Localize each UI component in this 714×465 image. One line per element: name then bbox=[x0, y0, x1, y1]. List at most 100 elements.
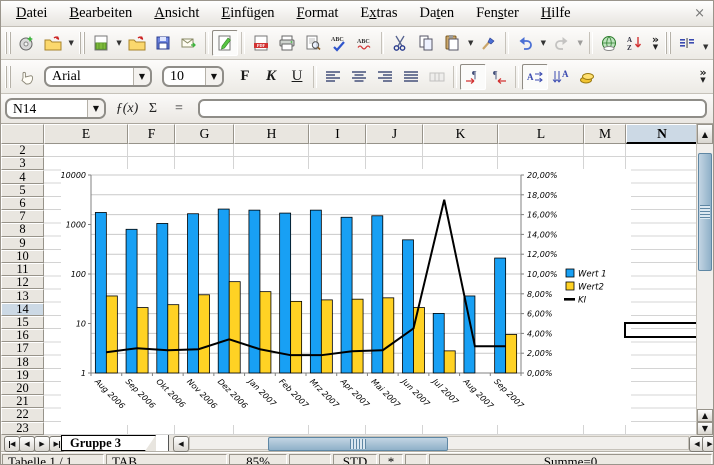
redo-icon[interactable] bbox=[549, 30, 575, 56]
currency-icon[interactable] bbox=[574, 64, 600, 90]
toolbar-grip[interactable] bbox=[5, 66, 12, 88]
paste-dropdown-icon[interactable]: ▼ bbox=[465, 31, 476, 55]
redo-dropdown-icon[interactable]: ▼ bbox=[575, 31, 586, 55]
previous-sheet-icon[interactable]: ◀ bbox=[19, 436, 35, 452]
bold-button[interactable]: F bbox=[232, 64, 258, 90]
hscroll-right-icon[interactable]: ▶ bbox=[702, 436, 714, 452]
font-name-combobox[interactable]: Arial ▼ bbox=[44, 66, 152, 87]
column-header-F[interactable]: F bbox=[128, 124, 175, 144]
row-header-17[interactable]: 17 bbox=[1, 342, 44, 355]
export-pdf-icon[interactable]: PDF bbox=[248, 30, 274, 56]
wizard-icon[interactable] bbox=[14, 30, 40, 56]
embedded-chart[interactable]: 0,00%2,00%4,00%6,00%8,00%10,00%12,00%14,… bbox=[61, 169, 631, 425]
spellcheck-icon[interactable]: ABC bbox=[326, 30, 352, 56]
next-sheet-icon[interactable]: ▶ bbox=[34, 436, 50, 452]
horizontal-scrollbar[interactable] bbox=[189, 436, 689, 450]
menu-einfügen[interactable]: Einfügen bbox=[210, 3, 285, 24]
name-box-dropdown-icon[interactable]: ▼ bbox=[87, 100, 104, 117]
hyperlink-globe-icon[interactable] bbox=[596, 30, 622, 56]
italic-button[interactable]: K bbox=[258, 64, 284, 90]
scroll-down-icon[interactable]: ▼ bbox=[697, 422, 713, 435]
column-header-I[interactable]: I bbox=[309, 124, 366, 144]
hand-pointer-icon[interactable] bbox=[14, 64, 40, 90]
cut-icon[interactable] bbox=[387, 30, 413, 56]
open-dropdown-icon[interactable]: ▼ bbox=[66, 31, 77, 55]
scroll-up2-icon[interactable]: ▲ bbox=[697, 409, 713, 422]
column-header-E[interactable]: E bbox=[44, 124, 128, 144]
vertical-scrollbar[interactable]: ▲ ▲ ▼ bbox=[696, 124, 713, 435]
column-header-N[interactable]: N bbox=[626, 124, 698, 144]
select-all-corner[interactable] bbox=[1, 124, 44, 144]
row-header-2[interactable]: 2 bbox=[1, 144, 44, 157]
status-zoom[interactable]: 85% bbox=[229, 454, 287, 465]
font-size-combobox[interactable]: 10 ▼ bbox=[162, 66, 224, 87]
function-wizard-icon[interactable]: ƒ(x) bbox=[114, 101, 140, 117]
column-header-H[interactable]: H bbox=[234, 124, 309, 144]
row-header-3[interactable]: 3 bbox=[1, 157, 44, 170]
menu-hilfe[interactable]: Hilfe bbox=[530, 3, 582, 24]
column-header-G[interactable]: G bbox=[175, 124, 234, 144]
row-header-14[interactable]: 14 bbox=[1, 303, 44, 316]
row-header-6[interactable]: 6 bbox=[1, 197, 44, 210]
menu-fenster[interactable]: Fenster bbox=[465, 3, 530, 24]
save-icon[interactable] bbox=[150, 30, 176, 56]
hscroll-left-icon[interactable]: ◀ bbox=[173, 436, 189, 452]
status-sum[interactable]: Summe=0 bbox=[429, 454, 712, 465]
status-insert-mode[interactable]: STD bbox=[333, 454, 377, 465]
row-header-18[interactable]: 18 bbox=[1, 356, 44, 369]
row-header-7[interactable]: 7 bbox=[1, 210, 44, 223]
justify-icon[interactable] bbox=[398, 64, 424, 90]
row-header-11[interactable]: 11 bbox=[1, 263, 44, 276]
open-file-icon[interactable] bbox=[125, 30, 151, 56]
menu-ansicht[interactable]: Ansicht bbox=[143, 3, 210, 24]
edit-mode-icon[interactable] bbox=[212, 30, 238, 56]
row-header-19[interactable]: 19 bbox=[1, 369, 44, 382]
auto-spellcheck-icon[interactable]: ABC bbox=[352, 30, 378, 56]
underline-button[interactable]: U bbox=[284, 64, 310, 90]
horizontal-scroll-thumb[interactable] bbox=[268, 437, 448, 451]
row-header-5[interactable]: 5 bbox=[1, 184, 44, 197]
page-preview-icon[interactable] bbox=[300, 30, 326, 56]
menu-datei[interactable]: Datei bbox=[5, 3, 58, 24]
paste-icon[interactable] bbox=[439, 30, 465, 56]
menu-daten[interactable]: Daten bbox=[408, 3, 465, 24]
toolbar-options-icon[interactable]: ▼ bbox=[700, 35, 711, 59]
sheet-grid[interactable]: EFGHIJKLMN 23456789101112131415161718192… bbox=[1, 124, 713, 435]
font-name-dropdown-icon[interactable]: ▼ bbox=[133, 68, 150, 85]
navigator-icon[interactable] bbox=[674, 30, 700, 56]
print-icon[interactable] bbox=[274, 30, 300, 56]
new-dropdown-icon[interactable]: ▼ bbox=[114, 31, 125, 55]
menu-extras[interactable]: Extras bbox=[349, 3, 408, 24]
left-to-right-icon[interactable]: ¶ bbox=[460, 64, 486, 90]
row-header-21[interactable]: 21 bbox=[1, 395, 44, 408]
column-header-M[interactable]: M bbox=[584, 124, 626, 144]
undo-icon[interactable] bbox=[512, 30, 538, 56]
align-left-icon[interactable] bbox=[320, 64, 346, 90]
sort-ascending-icon[interactable]: AZ bbox=[622, 30, 648, 56]
menu-bearbeiten[interactable]: Bearbeiten bbox=[58, 3, 143, 24]
open-document-icon[interactable] bbox=[40, 30, 66, 56]
column-header-K[interactable]: K bbox=[423, 124, 498, 144]
cell-reference-box[interactable]: N14 ▼ bbox=[5, 98, 106, 119]
row-header-15[interactable]: 15 bbox=[1, 316, 44, 329]
merge-cells-icon[interactable] bbox=[424, 64, 450, 90]
close-icon[interactable]: × bbox=[694, 6, 705, 21]
toolbar-grip[interactable] bbox=[665, 32, 672, 54]
toolbar-grip[interactable] bbox=[79, 32, 86, 54]
equals-icon[interactable]: = bbox=[166, 101, 192, 117]
first-sheet-icon[interactable]: ◀ bbox=[4, 436, 20, 452]
row-header-22[interactable]: 22 bbox=[1, 408, 44, 421]
text-direction-horizontal-icon[interactable]: A bbox=[522, 64, 548, 90]
sheet-tab-gruppe-3[interactable]: Gruppe 3 bbox=[61, 435, 156, 451]
row-header-8[interactable]: 8 bbox=[1, 223, 44, 236]
vertical-scroll-thumb[interactable] bbox=[698, 153, 712, 271]
align-center-icon[interactable] bbox=[346, 64, 372, 90]
toolbar-grip[interactable] bbox=[5, 32, 12, 54]
format-paintbrush-icon[interactable] bbox=[476, 30, 502, 56]
toolbar-overflow-icon[interactable]: » ▼ bbox=[647, 31, 663, 55]
menu-format[interactable]: Format bbox=[286, 3, 350, 24]
column-header-L[interactable]: L bbox=[498, 124, 584, 144]
font-size-dropdown-icon[interactable]: ▼ bbox=[205, 68, 222, 85]
undo-dropdown-icon[interactable]: ▼ bbox=[538, 31, 549, 55]
scroll-up-icon[interactable]: ▲ bbox=[697, 124, 713, 144]
